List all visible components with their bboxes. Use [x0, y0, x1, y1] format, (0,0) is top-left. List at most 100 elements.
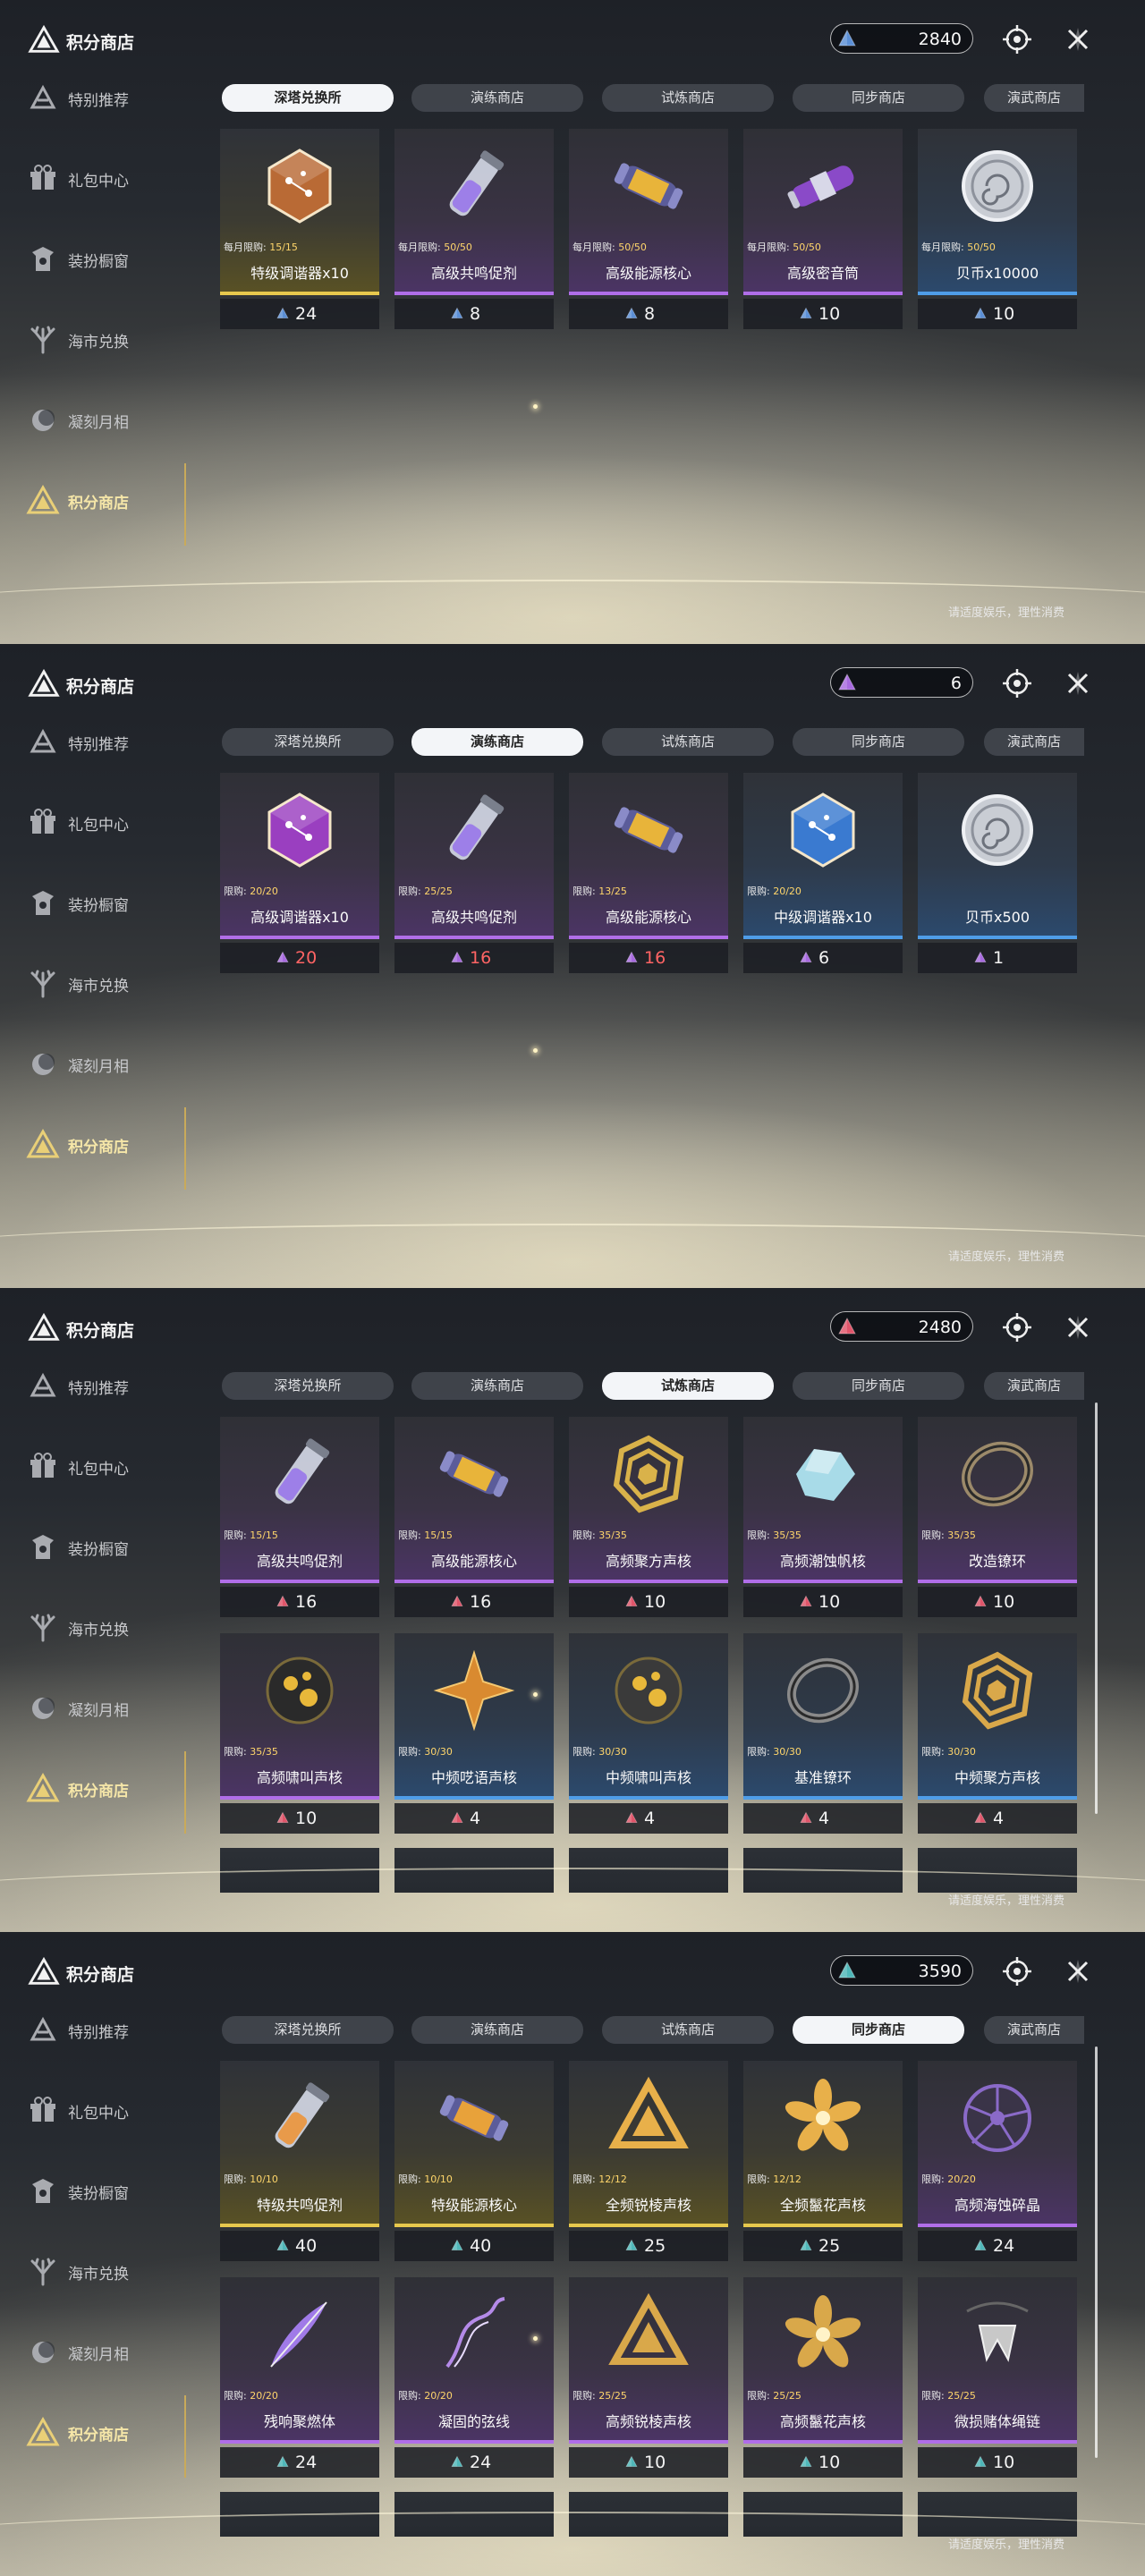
shop-tab[interactable]: 同步商店: [793, 728, 964, 756]
scrollbar[interactable]: [1095, 1402, 1098, 1814]
shop-tab[interactable]: 深塔兑换所: [222, 1372, 394, 1400]
shop-item-card[interactable]: 每月限购: 50/50 贝币x10000 10: [918, 129, 1077, 331]
shop-tab[interactable]: 演武商店: [984, 2016, 1084, 2044]
shop-tab[interactable]: 演武商店: [984, 728, 1084, 756]
shop-item-card-partial[interactable]: [220, 2492, 379, 2537]
shop-item-card[interactable]: 限购: 20/20 残响聚燃体 24: [220, 2277, 379, 2479]
shop-item-card[interactable]: 每月限购: 50/50 高级能源核心 8: [569, 129, 728, 331]
crosshair-locate-button[interactable]: [1000, 1954, 1034, 1988]
shop-item-card[interactable]: 限购: 30/30 基准镣环 4: [743, 1633, 903, 1835]
sidebar-item[interactable]: 特别推荐: [25, 1365, 195, 1406]
shop-item-card[interactable]: 限购: 20/20 凝固的弦线 24: [394, 2277, 554, 2479]
crosshair-locate-button[interactable]: [1000, 22, 1034, 56]
crosshair-locate-button[interactable]: [1000, 666, 1034, 700]
sidebar-item[interactable]: 礼包中心: [25, 157, 195, 199]
shop-item-card[interactable]: 限购: 35/35 高频潮蚀帆核 10: [743, 1417, 903, 1619]
shop-item-card-partial[interactable]: [569, 2492, 728, 2537]
shop-item-card[interactable]: 限购: 20/20 高频海蚀碎晶 24: [918, 2061, 1077, 2263]
shop-tab[interactable]: 演练商店: [411, 84, 583, 112]
shop-item-card[interactable]: 限购: 25/25 高频锐棱声核 10: [569, 2277, 728, 2479]
shop-item-card[interactable]: 限购: 20/20 中级调谐器x10 6: [743, 773, 903, 975]
shop-item-card[interactable]: 限购: 15/15 高级共鸣促剂 16: [220, 1417, 379, 1619]
shop-tab[interactable]: 同步商店: [793, 2016, 964, 2044]
shop-item-card[interactable]: 限购: 30/30 中频呓语声核 4: [394, 1633, 554, 1835]
shop-item-card[interactable]: 每月限购: 50/50 高级共鸣促剂 8: [394, 129, 554, 331]
sidebar-item[interactable]: 装扮橱窗: [25, 1526, 195, 1567]
shop-tab[interactable]: 深塔兑换所: [222, 84, 394, 112]
shop-item-card[interactable]: 限购: 12/12 全频锐棱声核 25: [569, 2061, 728, 2263]
shop-tab[interactable]: 演武商店: [984, 84, 1084, 112]
sidebar-item[interactable]: 海市兑换: [25, 962, 195, 1004]
shop-tab[interactable]: 试炼商店: [602, 2016, 774, 2044]
shop-tab[interactable]: 演练商店: [411, 728, 583, 756]
sidebar-item[interactable]: 礼包中心: [25, 2089, 195, 2131]
sidebar-item[interactable]: 凝刻月相: [25, 2331, 195, 2372]
sidebar-item[interactable]: 海市兑换: [25, 1606, 195, 1648]
sidebar-item[interactable]: 装扮橱窗: [25, 238, 195, 279]
limit-label: 限购:: [224, 1530, 247, 1541]
shop-item-card-partial[interactable]: [918, 2492, 1077, 2537]
close-button[interactable]: [1061, 1310, 1095, 1344]
sidebar-item[interactable]: 特别推荐: [25, 2009, 195, 2050]
price-row: 10: [569, 1587, 728, 1617]
purchase-limit: 限购: 35/35: [224, 1744, 278, 1758]
shop-item-card[interactable]: 每月限购: 15/15 特级调谐器x10 24: [220, 129, 379, 331]
shop-tab[interactable]: 演武商店: [984, 1372, 1084, 1400]
sidebar-item[interactable]: 海市兑换: [25, 2250, 195, 2292]
sidebar-item[interactable]: 装扮橱窗: [25, 882, 195, 923]
shop-item-card[interactable]: 限购: 13/25 高级能源核心 16: [569, 773, 728, 975]
shop-item-card[interactable]: 限购: 10/10 特级能源核心 40: [394, 2061, 554, 2263]
shop-item-card-partial[interactable]: [743, 1848, 903, 1893]
sidebar-item[interactable]: 积分商店: [25, 479, 195, 521]
shop-tab[interactable]: 同步商店: [793, 84, 964, 112]
sidebar-item[interactable]: 凝刻月相: [25, 1043, 195, 1084]
sidebar-item[interactable]: 积分商店: [25, 2411, 195, 2453]
shop-item-card[interactable]: 限购: 10/10 特级共鸣促剂 40: [220, 2061, 379, 2263]
close-button[interactable]: [1061, 22, 1095, 56]
shop-item-card-partial[interactable]: [569, 1848, 728, 1893]
scrollbar[interactable]: [1095, 2046, 1098, 2458]
sidebar-item[interactable]: 凝刻月相: [25, 399, 195, 440]
shop-item-card[interactable]: 限购: 25/25 高级共鸣促剂 16: [394, 773, 554, 975]
shop-item-card[interactable]: 限购: 20/20 高级调谐器x10 20: [220, 773, 379, 975]
sidebar-item[interactable]: 海市兑换: [25, 318, 195, 360]
shop-item-card[interactable]: 限购: 35/35 高频聚方声核 10: [569, 1417, 728, 1619]
sidebar-item[interactable]: 积分商店: [25, 1767, 195, 1809]
sidebar-item[interactable]: 凝刻月相: [25, 1687, 195, 1728]
shop-tab[interactable]: 演练商店: [411, 2016, 583, 2044]
shop-item-card[interactable]: 贝币x500 1: [918, 773, 1077, 975]
shop-item-card[interactable]: 每月限购: 50/50 高级密音筒 10: [743, 129, 903, 331]
close-button[interactable]: [1061, 1954, 1095, 1988]
shop-item-card-partial[interactable]: [394, 2492, 554, 2537]
item-card-face: 限购: 30/30 基准镣环: [743, 1633, 903, 1800]
shop-item-card[interactable]: 限购: 35/35 高频啸叫声核 10: [220, 1633, 379, 1835]
sidebar-item[interactable]: 积分商店: [25, 1123, 195, 1165]
shop-tab[interactable]: 深塔兑换所: [222, 2016, 394, 2044]
sidebar-item[interactable]: 特别推荐: [25, 77, 195, 118]
shop-tab[interactable]: 深塔兑换所: [222, 728, 394, 756]
shop-tab[interactable]: 演练商店: [411, 1372, 583, 1400]
shop-item-card[interactable]: 限购: 25/25 微损赌体绳链 10: [918, 2277, 1077, 2479]
shop-tab[interactable]: 试炼商店: [602, 1372, 774, 1400]
shop-tab[interactable]: 试炼商店: [602, 728, 774, 756]
shop-tab[interactable]: 同步商店: [793, 1372, 964, 1400]
shop-tab[interactable]: 试炼商店: [602, 84, 774, 112]
shop-item-card-partial[interactable]: [918, 1848, 1077, 1893]
shop-item-card[interactable]: 限购: 25/25 高频鬣花声核 10: [743, 2277, 903, 2479]
shop-item-card[interactable]: 限购: 12/12 全频鬣花声核 25: [743, 2061, 903, 2263]
sidebar-active-indicator: [184, 1751, 186, 1834]
shop-item-card[interactable]: 限购: 35/35 改造镣环 10: [918, 1417, 1077, 1619]
sidebar-item[interactable]: 装扮橱窗: [25, 2170, 195, 2211]
sidebar-item[interactable]: 特别推荐: [25, 721, 195, 762]
shop-item-card-partial[interactable]: [394, 1848, 554, 1893]
shop-item-card-partial[interactable]: [743, 2492, 903, 2537]
shop-item-card[interactable]: 限购: 15/15 高级能源核心 16: [394, 1417, 554, 1619]
sidebar-item[interactable]: 礼包中心: [25, 1445, 195, 1487]
crosshair-locate-button[interactable]: [1000, 1310, 1034, 1344]
close-button[interactable]: [1061, 666, 1095, 700]
shop-item-card[interactable]: 限购: 30/30 中频聚方声核 4: [918, 1633, 1077, 1835]
shop-item-card[interactable]: 限购: 30/30 中频啸叫声核 4: [569, 1633, 728, 1835]
sidebar-item[interactable]: 礼包中心: [25, 801, 195, 843]
shop-item-card-partial[interactable]: [220, 1848, 379, 1893]
price-row: 10: [918, 299, 1077, 329]
